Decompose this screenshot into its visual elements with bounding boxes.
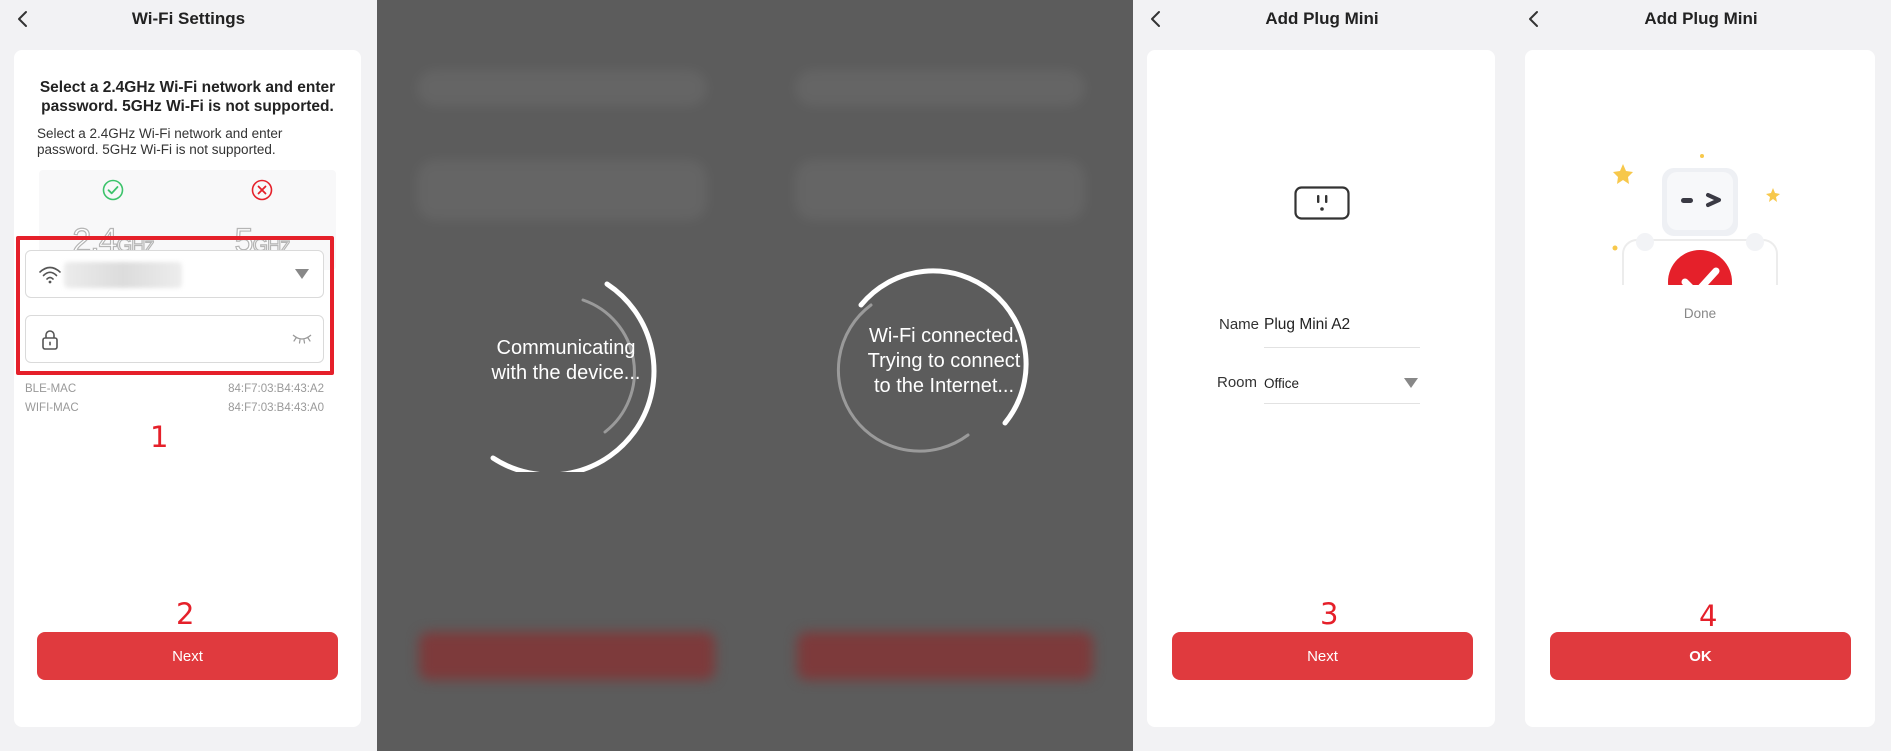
step-number-1: 1	[150, 420, 169, 454]
header: Add Plug Mini	[1133, 0, 1511, 38]
room-label: Room	[1217, 374, 1258, 391]
instruction-subtext: Select a 2.4GHz Wi-Fi network and enter …	[37, 126, 283, 157]
back-icon[interactable]	[14, 10, 32, 28]
highlight-box	[16, 236, 334, 375]
wifi-mac-label: WIFI-MAC	[25, 402, 79, 414]
smart-plug-icon	[1294, 186, 1350, 220]
back-icon[interactable]	[1147, 10, 1165, 28]
page-title: Wi-Fi Settings	[131, 9, 246, 28]
loading-message: Communicating with the device...	[491, 337, 641, 384]
add-plug-done-screen: Add Plug Mini Done 4 OK	[1511, 0, 1891, 751]
ble-mac-row: BLE-MAC 84:F7:03:B4:43:A2	[25, 383, 324, 395]
room-select[interactable]: Office	[1264, 376, 1299, 391]
step-number-3: 3	[1320, 597, 1339, 631]
chevron-down-icon[interactable]	[1404, 378, 1418, 388]
back-icon[interactable]	[1525, 10, 1543, 28]
blurred-button	[419, 632, 715, 680]
room-underline	[1264, 403, 1420, 404]
step-number-4: 4	[1699, 599, 1718, 633]
x-circle-icon	[251, 179, 273, 201]
next-button[interactable]: Next	[37, 632, 338, 680]
blurred-button	[797, 632, 1093, 680]
loading-message: Wi-Fi connected. Trying to connect to th…	[867, 325, 1021, 397]
blurred-header	[795, 70, 1085, 106]
robot-success-icon	[1612, 154, 1780, 285]
wifi-settings-screen: Wi-Fi Settings Select a 2.4GHz Wi-Fi net…	[0, 0, 377, 751]
done-label: Done	[1683, 306, 1717, 321]
ble-mac-label: BLE-MAC	[25, 383, 77, 395]
header: Wi-Fi Settings	[0, 0, 377, 38]
blurred-content	[795, 160, 1085, 220]
ble-mac-value: 84:F7:03:B4:43:A2	[228, 383, 324, 395]
name-underline	[1264, 347, 1420, 348]
instruction-headline: Select a 2.4GHz Wi-Fi network and enter …	[39, 79, 336, 115]
page-title: Add Plug Mini	[1265, 9, 1379, 28]
ok-button[interactable]: OK	[1550, 632, 1851, 680]
blurred-header	[417, 70, 707, 106]
name-label: Name	[1219, 316, 1260, 333]
check-circle-icon	[102, 179, 124, 201]
name-input[interactable]: Plug Mini A2	[1264, 316, 1350, 334]
wifi-mac-value: 84:F7:03:B4:43:A0	[228, 402, 324, 414]
header: Add Plug Mini	[1511, 0, 1891, 38]
loading-screen-communicating: Communicating with the device...	[377, 0, 755, 751]
page-title: Add Plug Mini	[1644, 9, 1758, 28]
step-number-2: 2	[176, 597, 195, 631]
blurred-content	[417, 160, 707, 220]
wifi-mac-row: WIFI-MAC 84:F7:03:B4:43:A0	[25, 402, 324, 414]
next-button[interactable]: Next	[1172, 632, 1473, 680]
loading-screen-internet: Wi-Fi connected. Trying to connect to th…	[755, 0, 1133, 751]
add-plug-screen: Add Plug Mini Name Plug Mini A2 Room Off…	[1133, 0, 1511, 751]
